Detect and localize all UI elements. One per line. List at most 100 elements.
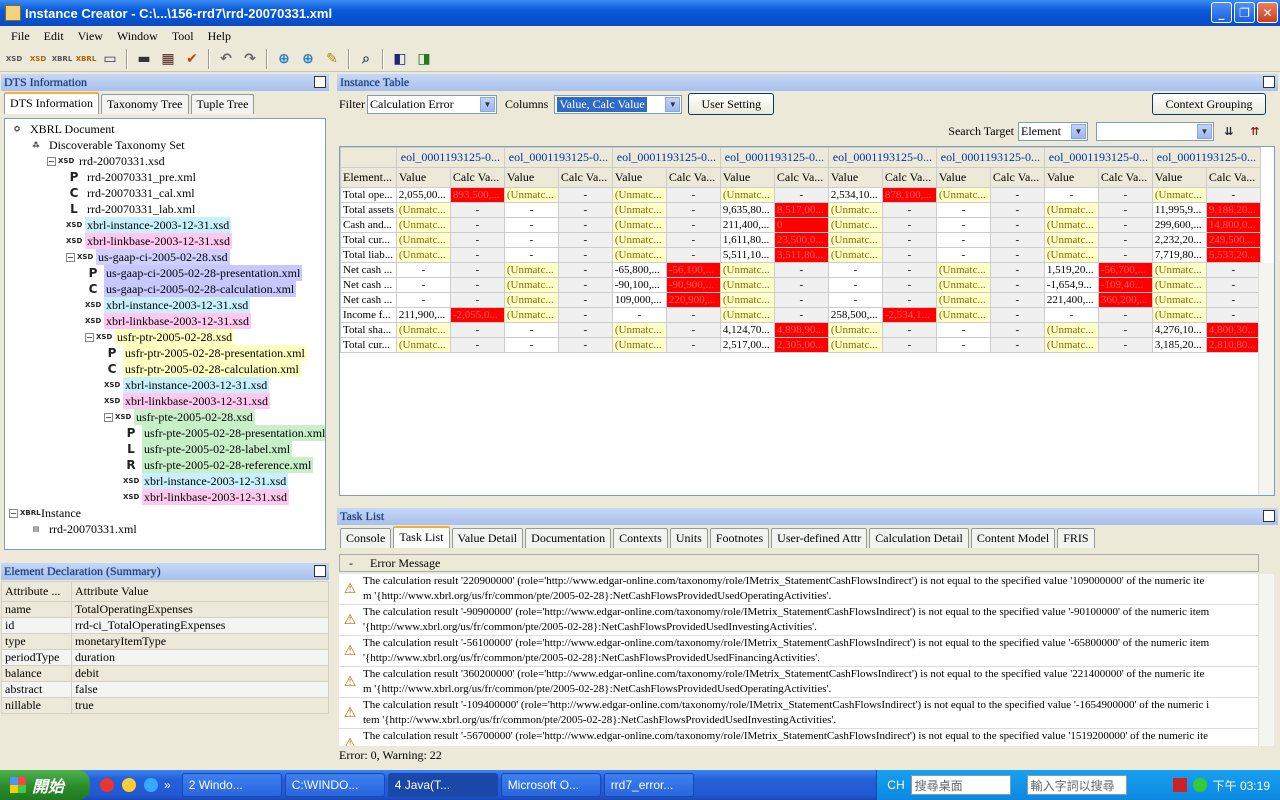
calc-value-cell[interactable]: - <box>1097 187 1153 203</box>
xbrl-new-icon[interactable]: XBRL <box>75 48 97 70</box>
save-icon[interactable]: ▬ <box>133 48 155 70</box>
value-cell[interactable]: (Unmatc... <box>935 292 991 308</box>
value-cell[interactable]: - <box>827 277 883 293</box>
collapse-icon[interactable]: − <box>104 412 113 422</box>
calc-value-cell[interactable]: - <box>557 187 613 203</box>
message-row[interactable]: ⚠ The calculation result '-56100000' (rol… <box>339 636 1259 667</box>
calc-value-cell[interactable]: - <box>881 217 937 233</box>
value-cell[interactable]: 2,534,10... <box>827 187 883 203</box>
attribute-row[interactable]: abstract false <box>1 681 329 698</box>
value-cell[interactable]: (Unmatc... <box>827 217 883 233</box>
value-cell[interactable]: 7,719,80... <box>1151 247 1207 263</box>
calc-value-cell[interactable]: - <box>557 247 613 263</box>
value-cell[interactable]: - <box>503 337 559 353</box>
value-column-header[interactable]: Value <box>1043 167 1099 188</box>
value-cell[interactable]: - <box>395 292 451 308</box>
redo-icon[interactable]: ↷ <box>239 48 261 70</box>
value-cell[interactable]: (Unmatc... <box>719 187 775 203</box>
tray-icon[interactable] <box>1172 778 1187 792</box>
calc-value-cell[interactable]: - <box>449 292 505 308</box>
value-cell[interactable]: - <box>503 322 559 338</box>
context-header[interactable]: eol_0001193125-0... <box>395 147 505 168</box>
taskbar-task[interactable]: Microsoft O... <box>500 773 601 797</box>
element-name-cell[interactable]: Income f... <box>340 307 397 323</box>
calc-value-cell[interactable]: - <box>557 232 613 248</box>
tab-user-defined-attr[interactable]: User-defined Attr <box>771 528 868 548</box>
tree-node[interactable]: − XSD us-gaap-ci-2005-02-28.xsd <box>66 249 230 265</box>
tree-node[interactable]: Rusfr-pte-2005-02-28-reference.xml <box>123 457 314 473</box>
calc-value-cell[interactable]: - <box>881 337 937 353</box>
menu-item-tool[interactable]: Tool <box>165 29 201 44</box>
user-setting-button[interactable]: User Setting <box>688 93 775 115</box>
calc-value-cell[interactable]: - <box>449 262 505 278</box>
tree-node[interactable]: XSD xbrl-instance-2003-12-31.xsd <box>104 377 270 393</box>
attribute-row[interactable]: id rrd-ci_TotalOperatingExpenses <box>1 617 329 634</box>
value-cell[interactable]: - <box>611 307 667 323</box>
calc-value-cell[interactable]: - <box>449 247 505 263</box>
value-cell[interactable]: 109,000,... <box>611 292 667 308</box>
start-button[interactable]: 開始 <box>0 770 90 800</box>
tree-node[interactable]: XSD xbrl-linkbase-2003-12-31.xsd <box>85 313 251 329</box>
desktop-search-input[interactable]: 搜尋桌面 <box>910 775 1011 795</box>
calc-value-cell[interactable]: -109,40... <box>1097 277 1153 293</box>
calc-value-cell[interactable]: - <box>989 217 1045 233</box>
value-cell[interactable]: (Unmatc... <box>503 187 559 203</box>
calc-value-cell[interactable]: - <box>1205 292 1261 308</box>
value-cell[interactable]: 2,055,00... <box>395 187 451 203</box>
calc-value-cell[interactable]: - <box>557 262 613 278</box>
calc-value-cell[interactable]: - <box>989 187 1045 203</box>
taskbar-task[interactable]: 4 Java(T... <box>387 773 498 797</box>
value-cell[interactable]: (Unmatc... <box>395 202 451 218</box>
calc-value-cell[interactable]: 249,500,... <box>1205 232 1261 248</box>
value-cell[interactable]: (Unmatc... <box>503 307 559 323</box>
edit-icon[interactable]: ✎ <box>321 48 343 70</box>
tray-icon[interactable] <box>1192 778 1207 792</box>
value-cell[interactable]: - <box>935 247 991 263</box>
value-cell[interactable]: (Unmatc... <box>1151 277 1207 293</box>
element-name-cell[interactable]: Total ope... <box>340 187 397 203</box>
value-cell[interactable]: (Unmatc... <box>1043 322 1099 338</box>
attribute-row[interactable]: balance debit <box>1 665 329 682</box>
filter-select[interactable]: Calculation Error ▼ <box>367 94 497 114</box>
calc-value-cell[interactable]: 23,500,0... <box>773 232 829 248</box>
chevron-down-icon[interactable]: ▼ <box>665 96 681 112</box>
calc-value-cell[interactable]: - <box>557 292 613 308</box>
calc-value-cell[interactable]: - <box>989 337 1045 353</box>
tab-value-detail[interactable]: Value Detail <box>451 528 524 548</box>
value-cell[interactable]: 4,124,70... <box>719 322 775 338</box>
context-header[interactable]: eol_0001193125-0... <box>719 147 829 168</box>
value-cell[interactable]: (Unmatc... <box>935 277 991 293</box>
context-header[interactable]: eol_0001193125-0... <box>1043 147 1153 168</box>
value-cell[interactable]: 211,400,... <box>719 217 775 233</box>
message-row[interactable]: ⚠ The calculation result '360200000' (rol… <box>339 667 1259 698</box>
value-cell[interactable]: (Unmatc... <box>1043 337 1099 353</box>
calc-value-cell[interactable]: -2,055,0... <box>449 307 505 323</box>
value-cell[interactable]: (Unmatc... <box>395 337 451 353</box>
value-cell[interactable]: (Unmatc... <box>611 187 667 203</box>
calc-value-cell[interactable]: - <box>557 337 613 353</box>
tab-task-list[interactable]: Task List <box>393 526 450 548</box>
menu-item-help[interactable]: Help <box>201 29 238 44</box>
minimize-button[interactable]: _ <box>1211 2 1232 23</box>
value-column-header[interactable]: Value <box>935 167 991 188</box>
value-cell[interactable]: 5,511,10... <box>719 247 775 263</box>
tree-node[interactable]: Crrd-20070331_cal.xml <box>66 185 197 201</box>
chevron-down-icon[interactable]: ▼ <box>480 96 495 112</box>
calc-value-cell[interactable]: - <box>665 337 721 353</box>
calc-value-cell[interactable]: - <box>1205 262 1261 278</box>
calc-value-cell[interactable]: - <box>1097 247 1153 263</box>
title-bar[interactable]: Instance Creator - C:\...\156-rrd7\rrd-2… <box>0 0 1280 26</box>
value-cell[interactable]: (Unmatc... <box>611 217 667 233</box>
calc-value-cell[interactable]: - <box>1097 337 1153 353</box>
calc-value-cell[interactable]: - <box>1097 202 1153 218</box>
maximize-button[interactable]: ❐ <box>1234 2 1255 23</box>
value-cell[interactable]: - <box>827 292 883 308</box>
calc-value-cell[interactable]: - <box>449 277 505 293</box>
calc-value-column-header[interactable]: Calc Va... <box>881 167 937 188</box>
value-cell[interactable]: - <box>503 202 559 218</box>
tree-node[interactable]: − XSD usfr-ptr-2005-02-28.xsd <box>85 329 235 345</box>
value-cell[interactable]: (Unmatc... <box>1043 202 1099 218</box>
tree-node[interactable]: Prrd-20070331_pre.xml <box>66 169 198 185</box>
value-cell[interactable]: (Unmatc... <box>719 307 775 323</box>
calc-value-cell[interactable]: - <box>665 187 721 203</box>
